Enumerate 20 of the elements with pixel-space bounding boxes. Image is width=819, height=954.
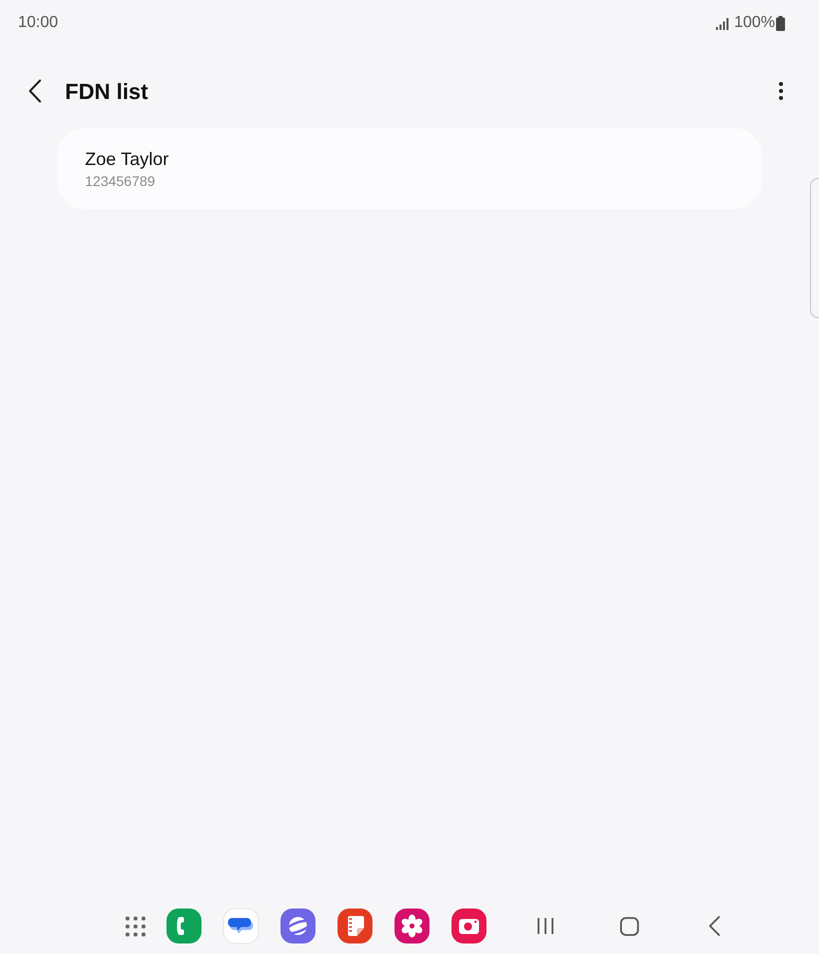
back-nav-icon[interactable] (708, 916, 720, 936)
contact-number: 123456789 (85, 172, 156, 190)
home-icon[interactable] (620, 916, 639, 936)
apps-grid-icon[interactable] (125, 916, 146, 936)
phone-app-icon[interactable] (166, 908, 202, 944)
camera-app-icon[interactable] (451, 908, 487, 944)
planet-app-icon[interactable] (280, 908, 316, 944)
more-options-icon[interactable] (778, 81, 784, 101)
contact-name: Zoe Taylor (85, 148, 169, 170)
signal-icon (716, 16, 730, 30)
notebook-app-icon[interactable] (337, 908, 373, 944)
recent-apps-icon[interactable] (537, 917, 554, 935)
status-time: 10:00 (18, 13, 58, 33)
flower-app-icon[interactable] (394, 908, 430, 944)
battery-icon (776, 16, 785, 30)
chat-bubble-app-icon[interactable] (223, 908, 259, 944)
contact-card[interactable]: Zoe Taylor 123456789 (57, 128, 762, 209)
page-title: FDN list (65, 78, 148, 106)
battery-percent: 100% (734, 13, 775, 33)
back-icon[interactable] (27, 79, 43, 103)
